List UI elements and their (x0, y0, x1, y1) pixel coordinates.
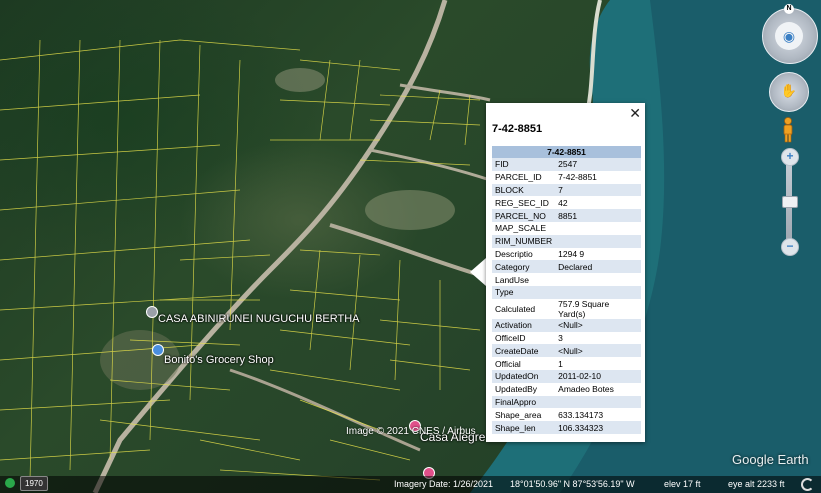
attribute-key: FID (492, 158, 556, 171)
attribute-row: Type (492, 285, 641, 299)
attribute-value: 2547 (555, 158, 641, 171)
attribute-key: MAP_SCALE (492, 221, 556, 235)
attribute-row: BLOCK 7 (492, 183, 641, 197)
side-road-2 (369, 148, 491, 182)
attribute-table-header: 7-42-8851 (492, 146, 641, 158)
attribute-key: UpdatedBy (492, 382, 556, 396)
side-road (329, 223, 481, 277)
side-road-4 (229, 368, 421, 452)
hand-pan-icon[interactable]: ✋ (780, 82, 798, 100)
attribute-value: Declared (555, 260, 641, 274)
attribute-key: UpdatedOn (492, 369, 556, 383)
attribute-key: FinalAppro (492, 395, 556, 409)
coordinates-readout: 18°01'50.96" N 87°53'56.19" W (510, 479, 635, 489)
look-around-eye-icon[interactable]: ◉ (775, 22, 803, 50)
elevation-readout: elev 17 ft (664, 479, 701, 489)
street-view-pegman-icon[interactable] (781, 117, 795, 143)
attribute-key: Official (492, 357, 556, 370)
loading-spinner-icon (801, 478, 814, 491)
imagery-date: Imagery Date: 1/26/2021 (394, 479, 494, 489)
poi-pin[interactable] (146, 306, 158, 318)
attribute-value: 7 (555, 183, 641, 197)
attribute-value: <Null> (555, 318, 641, 332)
attribute-row: PARCEL_ID 7-42-8851 (492, 170, 641, 184)
eye-altitude-readout: eye alt 2233 ft (728, 479, 785, 489)
attribute-row: FinalAppro (492, 395, 641, 409)
attribute-row: Descriptio 1294 9 (492, 247, 641, 261)
parcel-info-popup: ✕ 7-42-8851 7-42-8851 FID 2547 PARCEL_ID 7-… (486, 103, 645, 442)
attribute-row: MAP_SCALE (492, 221, 641, 235)
google-earth-watermark: Google Earth (732, 452, 809, 467)
satellite-map[interactable]: CASA ABINIRUNEI NUGUCHU BERTHA Bonito's … (0, 0, 821, 493)
attribute-key: LandUse (492, 273, 556, 286)
attribute-value: 1 (555, 357, 641, 370)
attribute-row: RIM_NUMBER (492, 234, 641, 248)
attribute-value: 42 (555, 196, 641, 210)
attribute-value (555, 395, 641, 409)
popup-title: 7-42-8851 (492, 123, 543, 135)
attribute-key: Type (492, 285, 556, 299)
attribute-value: Amadeo Botes (555, 382, 641, 396)
attribute-key: Shape_area (492, 408, 556, 422)
poi-label-bonitos[interactable]: Bonito's Grocery Shop (164, 354, 274, 366)
attribute-key: Shape_len (492, 421, 556, 434)
attribute-row: FID 2547 (492, 158, 641, 171)
historical-year-badge[interactable]: 1970 (20, 476, 48, 491)
attribute-key: Activation (492, 318, 556, 332)
compass-north-label[interactable]: N (784, 4, 794, 14)
attribute-key: OfficeID (492, 331, 556, 345)
attribute-row: LandUse (492, 273, 641, 286)
attribute-row: Category Declared (492, 260, 641, 274)
attribute-row: PARCEL_NO 8851 (492, 209, 641, 222)
attribute-value (555, 285, 641, 299)
attribute-key: CreateDate (492, 344, 556, 358)
imagery-copyright: Image © 2021 CNES / Airbus (346, 426, 476, 437)
attribute-value: <Null> (555, 344, 641, 358)
zoom-slider-thumb[interactable] (782, 196, 798, 208)
attribute-row: Shape_len 106.334323 (492, 421, 641, 434)
attribute-value: 633.134173 (555, 408, 641, 422)
attribute-value: 8851 (555, 209, 641, 222)
attribute-table: 7-42-8851 FID 2547 PARCEL_ID 7-42-8851 BLOCK… (492, 146, 641, 434)
attribute-value: 3 (555, 331, 641, 345)
attribute-key: Calculated (492, 298, 556, 319)
attribute-value (555, 273, 641, 286)
attribute-key: PARCEL_ID (492, 170, 556, 184)
attribute-value (555, 234, 641, 248)
attribute-row: CreateDate <Null> (492, 344, 641, 358)
attribute-value: 106.334323 (555, 421, 641, 434)
clearing (275, 68, 325, 92)
attribute-key: Category (492, 260, 556, 274)
attribute-value: 2011-02-10 (555, 369, 641, 383)
attribute-key: REG_SEC_ID (492, 196, 556, 210)
zoom-in-button[interactable]: + (781, 148, 799, 166)
attribute-key: BLOCK (492, 183, 556, 197)
attribute-row: REG_SEC_ID 42 (492, 196, 641, 210)
historical-imagery-icon[interactable] (5, 478, 15, 488)
poi-label-casa-abinirunei[interactable]: CASA ABINIRUNEI NUGUCHU BERTHA (158, 313, 360, 325)
attribute-value (555, 221, 641, 235)
attribute-value: 1294 9 (555, 247, 641, 261)
parcel-lines (0, 39, 481, 481)
map-overlay (0, 0, 821, 493)
attribute-row: Shape_area 633.134173 (492, 408, 641, 422)
attribute-row: Calculated 757.9 Square Yard(s) (492, 298, 641, 319)
attribute-row: UpdatedBy Amadeo Botes (492, 382, 641, 396)
attribute-row: UpdatedOn 2011-02-10 (492, 369, 641, 383)
side-road-3 (399, 83, 491, 102)
clearing (365, 190, 455, 230)
zoom-out-button[interactable]: − (781, 238, 799, 256)
attribute-key: PARCEL_NO (492, 209, 556, 222)
attribute-key: Descriptio (492, 247, 556, 261)
poi-pin-grocery[interactable] (152, 344, 164, 356)
attribute-value: 7-42-8851 (555, 170, 641, 184)
attribute-key: RIM_NUMBER (492, 234, 556, 248)
attribute-value: 757.9 Square Yard(s) (555, 298, 641, 319)
status-bar: Imagery Date: 1/26/2021 18°01'50.96" N 8… (0, 476, 821, 493)
attribute-row: OfficeID 3 (492, 331, 641, 345)
attribute-row: Activation <Null> (492, 318, 641, 332)
attribute-row: Official 1 (492, 357, 641, 370)
close-icon[interactable]: ✕ (629, 106, 641, 120)
popup-pointer (470, 258, 486, 286)
